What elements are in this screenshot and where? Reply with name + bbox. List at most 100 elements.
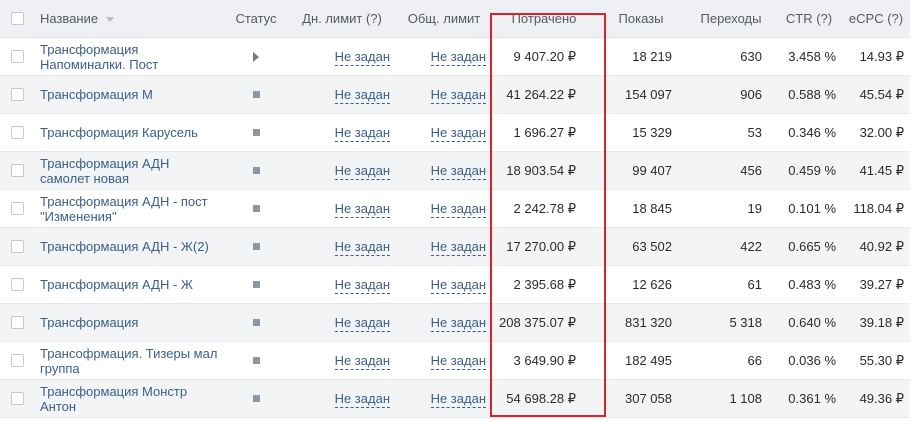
- day-limit-link[interactable]: Не задан: [334, 163, 390, 180]
- day-limit-link[interactable]: Не задан: [334, 201, 390, 218]
- column-header-ecpc[interactable]: eCPC (?): [842, 11, 910, 26]
- clicks-cell: 1 108: [729, 391, 762, 406]
- campaign-name-link[interactable]: Трансформация АДН - пост "Изменения": [40, 194, 218, 224]
- row-checkbox[interactable]: [10, 88, 24, 101]
- row-checkbox[interactable]: [10, 392, 24, 405]
- day-limit-link[interactable]: Не задан: [334, 49, 390, 66]
- sort-arrow-icon[interactable]: [106, 17, 115, 22]
- total-limit-link[interactable]: Не задан: [430, 49, 486, 66]
- stop-icon[interactable]: [252, 319, 260, 326]
- row-checkbox[interactable]: [10, 354, 24, 367]
- impressions-cell: 12 626: [632, 277, 672, 292]
- day-limit-link[interactable]: Не задан: [334, 87, 390, 104]
- row-checkbox[interactable]: [10, 316, 24, 329]
- table-row: Трансформация АДН - Ж Не задан Не задан …: [0, 266, 910, 304]
- total-limit-link[interactable]: Не задан: [430, 277, 486, 294]
- campaign-name-link[interactable]: Трансформация Монстр Антон: [40, 384, 218, 414]
- stop-icon[interactable]: [252, 167, 260, 174]
- column-header-clicks[interactable]: Переходы: [686, 11, 776, 26]
- day-limit-link[interactable]: Не задан: [334, 353, 390, 370]
- row-checkbox[interactable]: [10, 50, 24, 63]
- table-row: Трансформация Монстр Антон Не задан Не з…: [0, 380, 910, 418]
- ctr-cell: 0.036 %: [788, 353, 836, 368]
- row-select-cell[interactable]: [0, 392, 34, 405]
- total-limit-link[interactable]: Не задан: [430, 239, 486, 256]
- stop-icon[interactable]: [252, 281, 260, 288]
- row-checkbox[interactable]: [10, 240, 24, 253]
- campaign-name-link[interactable]: Трансофрмация. Тизеры мал группа: [40, 346, 218, 376]
- stop-icon[interactable]: [252, 243, 260, 250]
- ctr-cell: 0.483 %: [788, 277, 836, 292]
- impressions-cell: 831 320: [625, 315, 672, 330]
- status-cell: [224, 281, 288, 288]
- play-icon[interactable]: [253, 51, 259, 62]
- campaign-name-cell: Трансформация Карусель: [34, 125, 224, 140]
- column-header-total-limit[interactable]: Общ. лимит: [396, 11, 492, 26]
- total-limit-link[interactable]: Не задан: [430, 201, 486, 218]
- column-header-name-label: Название: [40, 11, 99, 26]
- column-header-name[interactable]: Название: [34, 11, 224, 26]
- campaign-name-link[interactable]: Трансформация АДН самолет новая: [40, 156, 218, 186]
- stop-icon[interactable]: [252, 395, 260, 402]
- row-select-cell[interactable]: [0, 354, 34, 367]
- select-all-cell[interactable]: [0, 12, 34, 25]
- status-cell: [224, 129, 288, 136]
- stop-icon[interactable]: [252, 205, 260, 212]
- table-row: Трансформация Карусель Не задан Не задан…: [0, 114, 910, 152]
- row-select-cell[interactable]: [0, 88, 34, 101]
- row-checkbox[interactable]: [10, 126, 24, 139]
- total-limit-link[interactable]: Не задан: [430, 315, 486, 332]
- stop-icon[interactable]: [252, 129, 260, 136]
- total-limit-cell: Не задан: [396, 277, 492, 294]
- clicks-cell: 5 318: [729, 315, 762, 330]
- day-limit-cell: Не задан: [288, 353, 396, 370]
- impressions-cell: 18 219: [632, 49, 672, 64]
- spent-cell: 2 242.78 ₽: [513, 200, 577, 216]
- campaign-name-link[interactable]: Трансформация АДН - Ж: [40, 277, 218, 292]
- spent-cell: 208 375.07 ₽: [499, 314, 576, 330]
- column-header-status[interactable]: Статус: [224, 11, 288, 26]
- row-checkbox[interactable]: [10, 164, 24, 177]
- ecpc-cell: 32.00 ₽: [859, 124, 904, 140]
- campaign-name-link[interactable]: Трансформация АДН - Ж(2): [40, 239, 218, 254]
- ecpc-cell: 49.36 ₽: [859, 390, 904, 406]
- ctr-cell: 0.459 %: [788, 163, 836, 178]
- column-header-spent[interactable]: Потрачено: [492, 11, 596, 26]
- day-limit-link[interactable]: Не задан: [334, 277, 390, 294]
- row-checkbox[interactable]: [10, 202, 24, 215]
- total-limit-link[interactable]: Не задан: [430, 163, 486, 180]
- ecpc-cell: 39.18 ₽: [859, 314, 904, 330]
- day-limit-link[interactable]: Не задан: [334, 125, 390, 142]
- row-select-cell[interactable]: [0, 240, 34, 253]
- row-checkbox[interactable]: [10, 278, 24, 291]
- column-header-impressions[interactable]: Показы: [596, 11, 686, 26]
- day-limit-link[interactable]: Не задан: [334, 239, 390, 256]
- row-select-cell[interactable]: [0, 202, 34, 215]
- select-all-checkbox[interactable]: [10, 12, 24, 25]
- campaign-name-link[interactable]: Трансформация Карусель: [40, 125, 218, 140]
- row-select-cell[interactable]: [0, 164, 34, 177]
- ecpc-cell: 14.93 ₽: [859, 48, 904, 64]
- stop-icon[interactable]: [252, 91, 260, 98]
- row-select-cell[interactable]: [0, 278, 34, 291]
- day-limit-cell: Не задан: [288, 163, 396, 180]
- total-limit-link[interactable]: Не задан: [430, 87, 486, 104]
- campaign-name-link[interactable]: Трансформация Напоминалки. Пост: [40, 42, 218, 72]
- status-cell: [224, 319, 288, 326]
- total-limit-link[interactable]: Не задан: [430, 125, 486, 142]
- column-header-day-limit[interactable]: Дн. лимит (?): [288, 11, 396, 26]
- column-header-ctr[interactable]: CTR (?): [776, 11, 842, 26]
- campaign-name-link[interactable]: Трансформация М: [40, 87, 218, 102]
- total-limit-link[interactable]: Не задан: [430, 353, 486, 370]
- day-limit-link[interactable]: Не задан: [334, 315, 390, 332]
- row-select-cell[interactable]: [0, 126, 34, 139]
- clicks-cell: 19: [747, 201, 762, 216]
- stop-icon[interactable]: [252, 357, 260, 364]
- row-select-cell[interactable]: [0, 316, 34, 329]
- campaign-name-link[interactable]: Трансформация: [40, 315, 218, 330]
- total-limit-cell: Не задан: [396, 201, 492, 218]
- day-limit-link[interactable]: Не задан: [334, 391, 390, 408]
- total-limit-link[interactable]: Не задан: [430, 391, 486, 408]
- day-limit-cell: Не задан: [288, 277, 396, 294]
- row-select-cell[interactable]: [0, 50, 34, 63]
